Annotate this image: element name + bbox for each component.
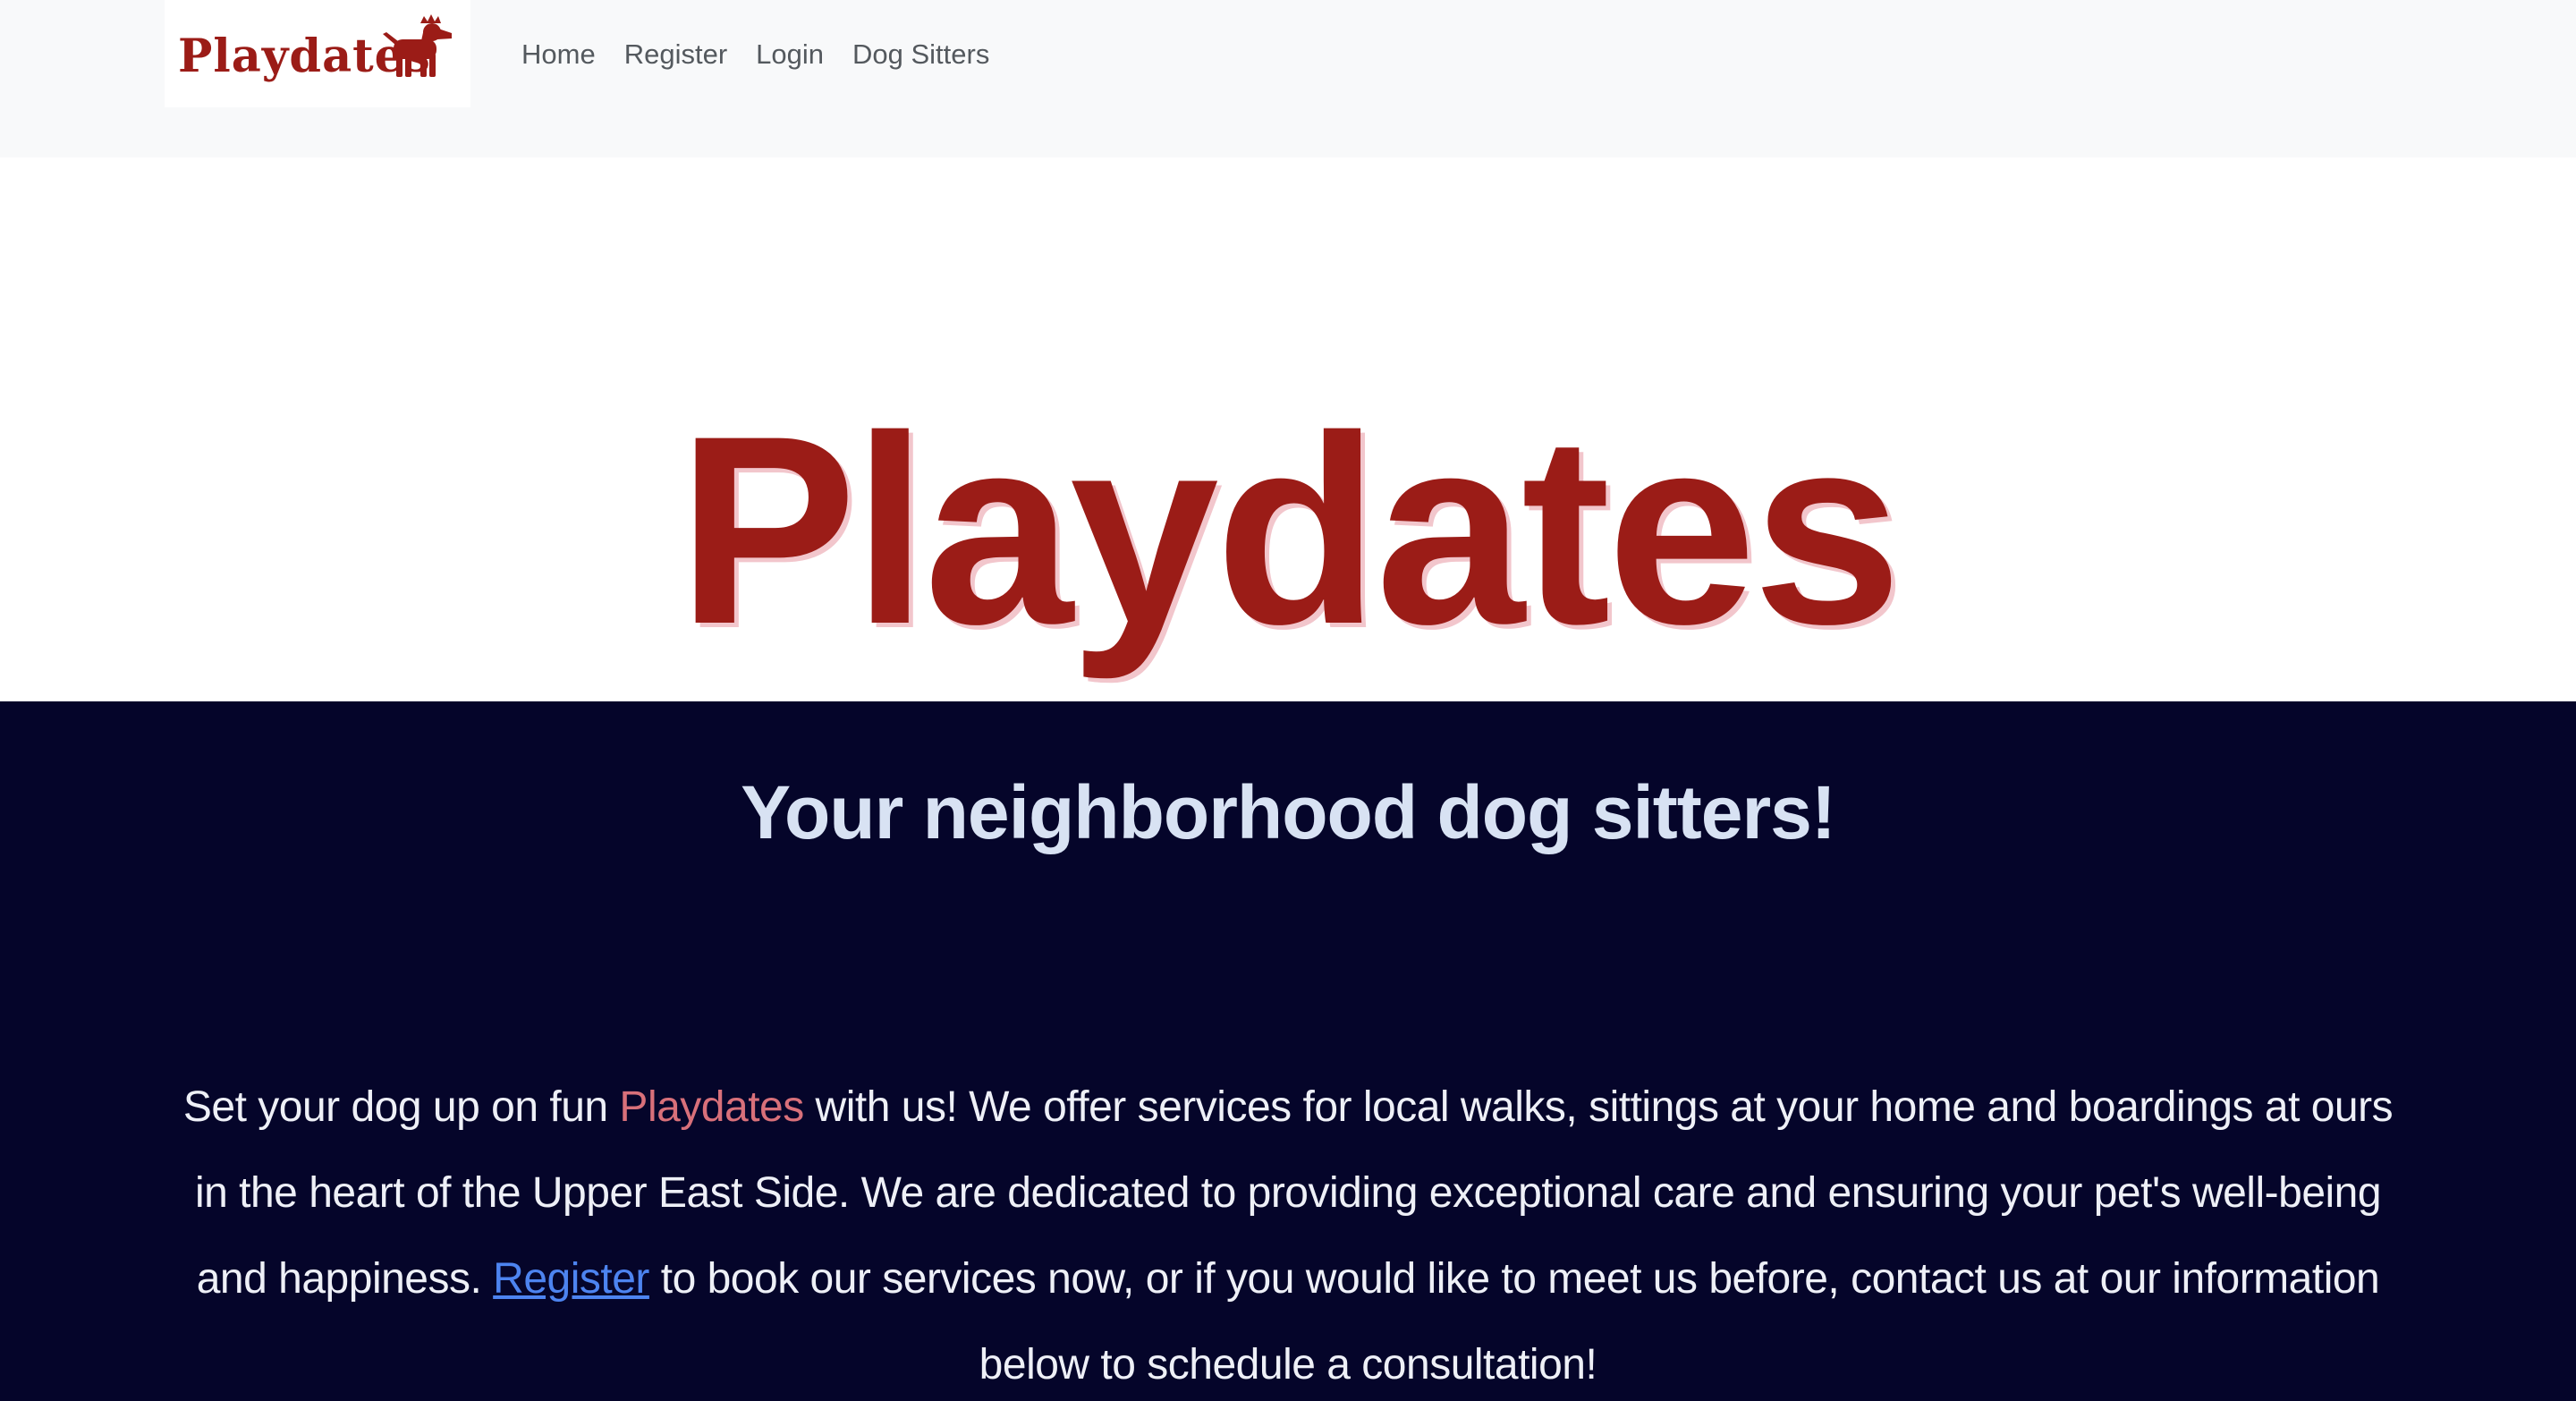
nav-link-dog-sitters[interactable]: Dog Sitters [852, 32, 989, 77]
intro-text-part3: to book our services now, or if you woul… [648, 1255, 2380, 1388]
navbar: Playdates Home Register Login Dog Sitter… [0, 0, 2576, 157]
nav-link-register[interactable]: Register [624, 32, 727, 77]
register-link[interactable]: Register [493, 1255, 649, 1303]
hero-title: Playdates [677, 379, 1902, 680]
nav-link-home[interactable]: Home [521, 32, 596, 77]
intro-brand-word: Playdates [619, 1083, 804, 1131]
intro-text-part1: Set your dog up on fun [182, 1083, 620, 1131]
nav-links: Home Register Login Dog Sitters [521, 32, 1018, 77]
dog-with-crown-icon [383, 14, 452, 77]
nav-link-login[interactable]: Login [756, 32, 824, 77]
tagline-heading: Your neighborhood dog sitters! [741, 770, 1836, 854]
brand-logo-link[interactable]: Playdates [165, 0, 470, 107]
intro-paragraph: Set your dog up on fun Playdates with us… [165, 1065, 2411, 1401]
